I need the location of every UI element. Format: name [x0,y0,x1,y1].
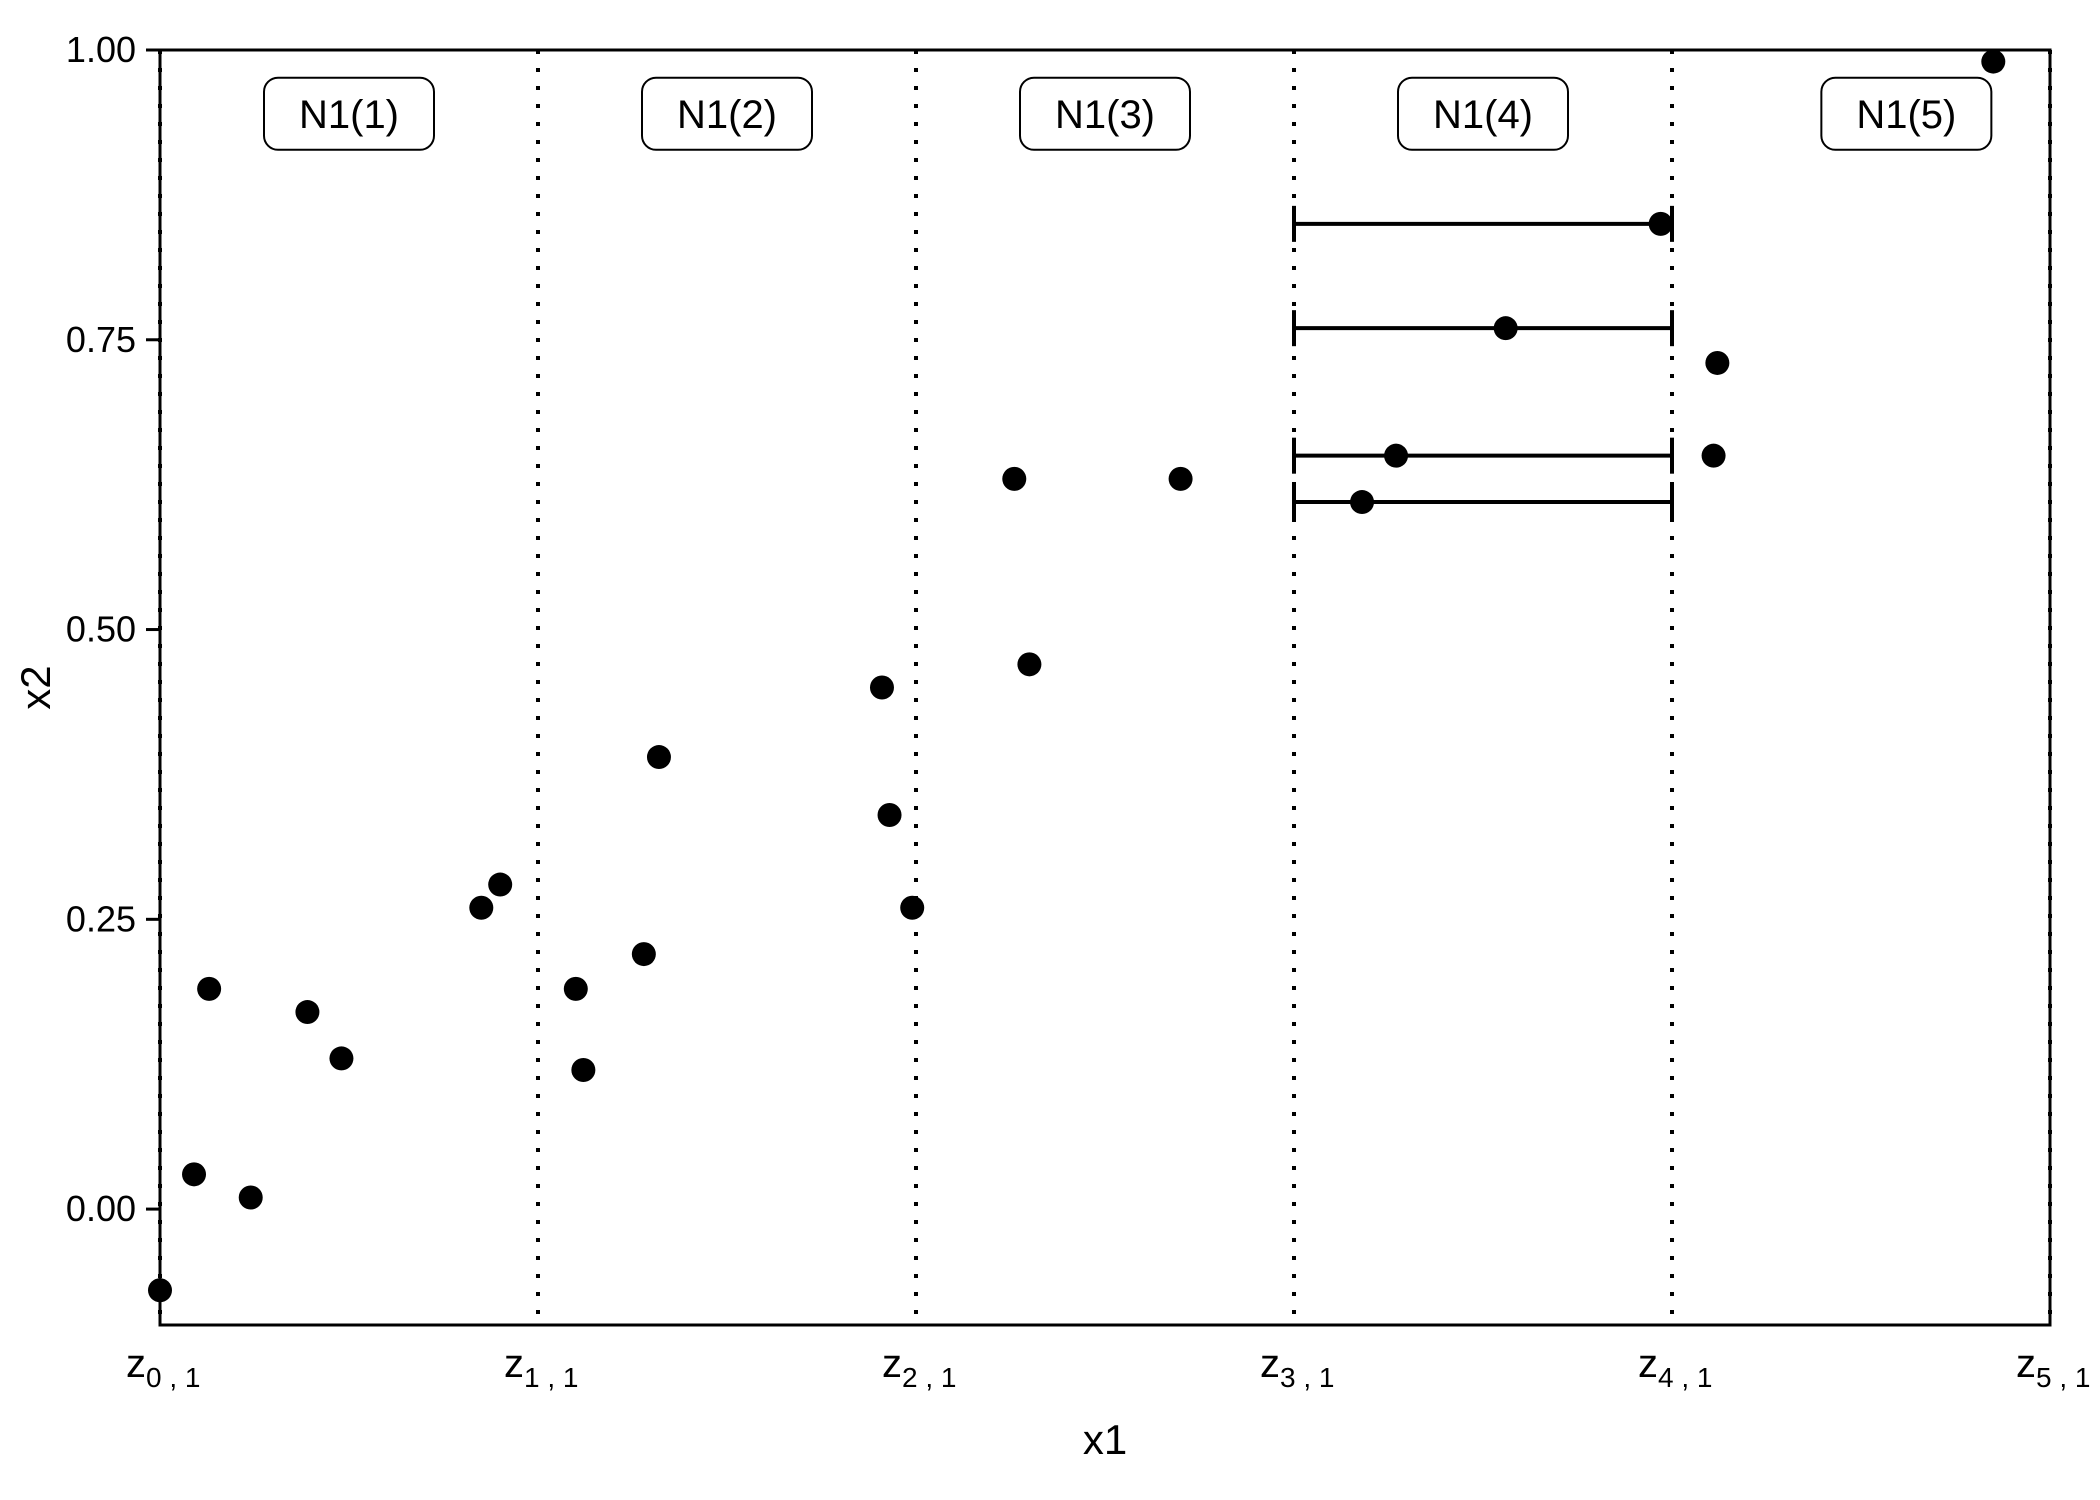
y-axis-label: x2 [12,665,59,709]
x-tick-label-sub: 2 , 1 [902,1362,956,1393]
y-tick-label: 0.50 [66,609,136,650]
x-tick-label-main: z [2016,1342,2036,1386]
data-point [148,1278,172,1302]
x-tick-label-sub: 1 , 1 [524,1362,578,1393]
plot-panel [160,50,2050,1325]
data-point [197,977,221,1001]
data-point [632,942,656,966]
bin-label: N1(1) [299,93,399,137]
x-tick-label-sub: 5 , 1 [2036,1362,2090,1393]
data-point [1705,351,1729,375]
x-tick-label-main: z [1260,1342,1280,1386]
bin-label: N1(5) [1856,93,1956,137]
x-tick-label-sub: 3 , 1 [1280,1362,1334,1393]
data-point [870,676,894,700]
x-tick-label-sub: 0 , 1 [146,1362,200,1393]
y-tick-label: 0.00 [66,1188,136,1229]
bin-label: N1(3) [1055,93,1155,137]
scatter-points [148,50,2005,1303]
bin-label: N1(4) [1433,93,1533,137]
data-point [182,1162,206,1186]
x-tick-label-sub: 4 , 1 [1658,1362,1712,1393]
data-point [1169,467,1193,491]
scatter-chart: 0.000.250.500.751.00 z0 , 1z1 , 1z2 , 1z… [0,0,2100,1500]
data-point [1002,467,1026,491]
data-point [239,1186,263,1210]
data-point [1384,444,1408,468]
data-point [878,803,902,827]
data-point [469,896,493,920]
data-point [1649,212,1673,236]
bin-label: N1(2) [677,93,777,137]
x-tick-label-main: z [1638,1342,1658,1386]
data-point [1017,652,1041,676]
data-point [1702,444,1726,468]
data-point [1494,316,1518,340]
x-tick-label-main: z [882,1342,902,1386]
data-point [329,1046,353,1070]
data-point [900,896,924,920]
data-point [295,1000,319,1024]
y-axis: 0.00 0.25 0.50 0.75 1.00 [66,29,160,1229]
y-tick-label: 0.75 [66,319,136,360]
bin-labels: N1(1) N1(2) N1(3) N1(4) N1(5) [264,78,1991,150]
data-point [488,873,512,897]
chart-container: 0.000.250.500.751.00 z0 , 1z1 , 1z2 , 1z… [0,0,2100,1500]
data-point [1350,490,1374,514]
data-point [647,745,671,769]
y-tick-label: 0.25 [66,898,136,939]
x-tick-label-main: z [126,1342,146,1386]
vertical-partition-lines [160,50,2050,1325]
data-point [571,1058,595,1082]
data-point [564,977,588,1001]
data-point [1981,50,2005,74]
interval-bars [1294,206,1672,520]
x-tick-label-main: z [504,1342,524,1386]
y-tick-label: 1.00 [66,29,136,70]
x-axis: z0 , 1z1 , 1z2 , 1z3 , 1z4 , 1z5 , 1 [126,1342,2090,1393]
x-axis-label: x1 [1083,1416,1127,1463]
